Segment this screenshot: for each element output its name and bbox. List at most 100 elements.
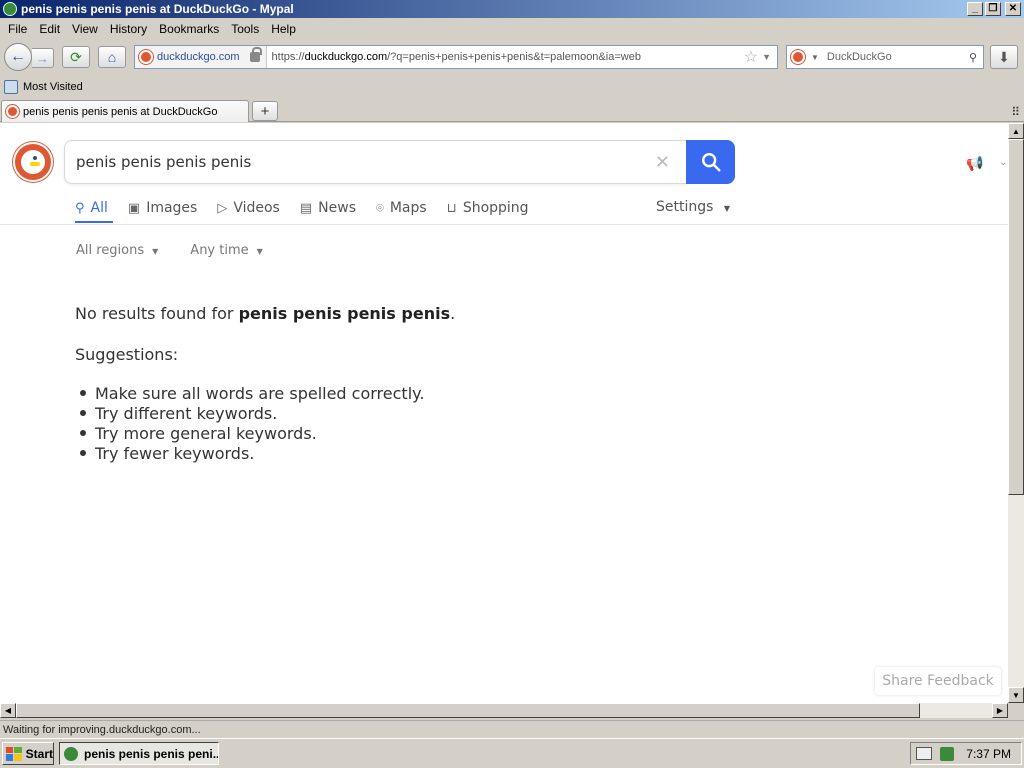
- bookmark-star-icon[interactable]: ☆: [744, 47, 758, 67]
- mypal-app-icon[interactable]: [3, 2, 17, 16]
- browser-search-bar[interactable]: ▼ DuckDuckGo ⚲: [786, 45, 984, 69]
- vertical-scrollbar[interactable]: ▲ ▼: [1008, 123, 1024, 703]
- clear-search-icon[interactable]: ✕: [655, 152, 670, 173]
- start-label: Start: [25, 746, 53, 761]
- megaphone-dropdown-icon[interactable]: ⌄: [999, 157, 1007, 168]
- menu-view[interactable]: View: [66, 22, 104, 36]
- list-item: Make sure all words are spelled correctl…: [75, 383, 424, 403]
- share-feedback-button[interactable]: Share Feedback: [875, 667, 1001, 695]
- list-item: Try more general keywords.: [75, 423, 424, 443]
- reload-button[interactable]: ⟳: [62, 46, 90, 68]
- map-pin-icon: ⌾: [376, 200, 384, 216]
- tab-news[interactable]: ▤ News: [300, 197, 356, 219]
- suggestions-heading: Suggestions:: [75, 345, 179, 364]
- most-visited-folder-icon: [4, 80, 18, 94]
- tab-title: penis penis penis penis at DuckDuckGo: [23, 105, 218, 118]
- list-item: Try different keywords.: [75, 403, 424, 423]
- taskbar-window-button[interactable]: penis penis penis peni...: [59, 742, 219, 765]
- time-filter-label: Any time: [190, 243, 249, 258]
- home-icon: ⌂: [107, 49, 117, 65]
- url-domain: duckduckgo.com: [304, 51, 388, 63]
- windows-logo-icon: [6, 746, 22, 761]
- maximize-button[interactable]: ❐: [985, 2, 1001, 16]
- scroll-left-button[interactable]: ◀: [0, 703, 16, 718]
- close-button[interactable]: ✕: [1005, 2, 1021, 16]
- vertical-scroll-thumb[interactable]: [1008, 139, 1024, 495]
- navigation-toolbar: ← → ⟳ ⌂ duckduckgo.com https://duckduckg…: [0, 40, 1024, 74]
- new-tab-button[interactable]: +: [252, 101, 278, 121]
- region-caret-icon: ▼: [152, 247, 159, 256]
- image-icon: ▣: [127, 200, 141, 216]
- scroll-down-button[interactable]: ▼: [1008, 687, 1024, 703]
- search-button[interactable]: [686, 140, 735, 184]
- no-results-query: penis penis penis penis: [238, 304, 451, 323]
- time-caret-icon: ▼: [256, 247, 263, 256]
- tab-images[interactable]: ▣ Images: [128, 197, 197, 219]
- no-results-suffix: .: [450, 304, 456, 323]
- downloads-button[interactable]: ⬇: [990, 45, 1018, 69]
- shopping-bag-icon: ⊔: [446, 200, 457, 216]
- tab-duckduckgo[interactable]: penis penis penis penis at DuckDuckGo: [1, 100, 249, 122]
- search-input[interactable]: penis penis penis penis ✕: [64, 140, 686, 184]
- search-engine-selector[interactable]: ▼: [787, 50, 823, 64]
- bookmark-most-visited[interactable]: Most Visited: [23, 81, 83, 93]
- clock[interactable]: 7:37 PM: [966, 747, 1011, 761]
- back-button[interactable]: ←: [4, 43, 32, 71]
- menu-edit[interactable]: Edit: [33, 22, 66, 36]
- url-history-dropdown-icon[interactable]: ▼: [762, 52, 771, 62]
- menu-history[interactable]: History: [104, 22, 153, 36]
- duckduckgo-logo[interactable]: [13, 142, 53, 182]
- engine-dropdown-icon: ▼: [811, 52, 819, 62]
- identity-domain: duckduckgo.com: [157, 51, 240, 63]
- settings-label: Settings: [656, 199, 714, 215]
- menu-bookmarks[interactable]: Bookmarks: [153, 22, 225, 36]
- scrollbar-corner: [1008, 703, 1024, 718]
- duck-face-icon: [21, 150, 45, 174]
- magnifier-icon: [701, 153, 721, 172]
- no-results-message: No results found for penis penis penis p…: [75, 304, 455, 323]
- minimize-button[interactable]: _: [967, 2, 983, 16]
- keyboard-icon[interactable]: [916, 747, 933, 760]
- tab-list-icon[interactable]: ⠿: [1011, 105, 1020, 119]
- search-query: penis penis penis penis: [76, 153, 252, 171]
- horizontal-scroll-thumb[interactable]: [16, 703, 920, 718]
- tab-videos[interactable]: ▷ Videos: [217, 197, 280, 219]
- tab-strip: penis penis penis penis at DuckDuckGo + …: [0, 99, 1024, 122]
- home-button[interactable]: ⌂: [98, 46, 126, 68]
- lock-icon: [249, 47, 262, 62]
- system-tray: 7:37 PM: [910, 742, 1022, 765]
- url-bar[interactable]: duckduckgo.com https://duckduckgo.com/?q…: [134, 45, 778, 69]
- tab-maps[interactable]: ⌾ Maps: [376, 197, 427, 219]
- window-title: penis penis penis penis at DuckDuckGo - …: [21, 2, 294, 16]
- network-icon[interactable]: [940, 746, 955, 761]
- search-vertical-tabs: ⚲ All ▣ Images ▷ Videos ▤ News ⌾ Maps ⊔ Shoppi…: [75, 197, 549, 219]
- horizontal-scrollbar[interactable]: ◀ ▶: [0, 703, 1008, 718]
- megaphone-icon[interactable]: 📢: [966, 156, 983, 172]
- scroll-up-button[interactable]: ▲: [1008, 123, 1024, 139]
- tab-all[interactable]: ⚲ All: [75, 197, 108, 219]
- tab-shopping-label: Shopping: [462, 200, 529, 216]
- search-placeholder[interactable]: DuckDuckGo: [823, 51, 963, 63]
- search-filters: All regions ▼ Any time ▼: [76, 243, 295, 258]
- duckduckgo-engine-icon: [791, 50, 805, 64]
- menu-file[interactable]: File: [2, 22, 33, 36]
- url-path: /?q=penis+penis+penis+penis&t=palemoon&i…: [387, 51, 641, 63]
- search-icon: ⚲: [75, 200, 85, 216]
- time-filter[interactable]: Any time ▼: [190, 243, 263, 258]
- scroll-right-button[interactable]: ▶: [992, 703, 1008, 718]
- region-filter[interactable]: All regions ▼: [76, 243, 158, 258]
- settings-dropdown[interactable]: Settings ▼: [656, 199, 730, 215]
- tab-videos-label: Videos: [233, 200, 280, 216]
- search-icon[interactable]: ⚲: [963, 51, 983, 64]
- tab-shopping[interactable]: ⊔ Shopping: [447, 197, 529, 219]
- menu-tools[interactable]: Tools: [225, 22, 265, 36]
- url-text[interactable]: https://duckduckgo.com/?q=penis+penis+pe…: [267, 51, 744, 63]
- reload-icon: ⟳: [70, 48, 82, 65]
- taskbar-window-label: penis penis penis peni...: [84, 746, 219, 761]
- tab-maps-label: Maps: [389, 200, 427, 216]
- mypal-taskbar-icon: [64, 746, 78, 761]
- forward-button[interactable]: →: [32, 48, 54, 68]
- start-button[interactable]: Start: [2, 742, 54, 765]
- site-identity-button[interactable]: duckduckgo.com: [135, 46, 267, 68]
- menu-help[interactable]: Help: [265, 22, 302, 36]
